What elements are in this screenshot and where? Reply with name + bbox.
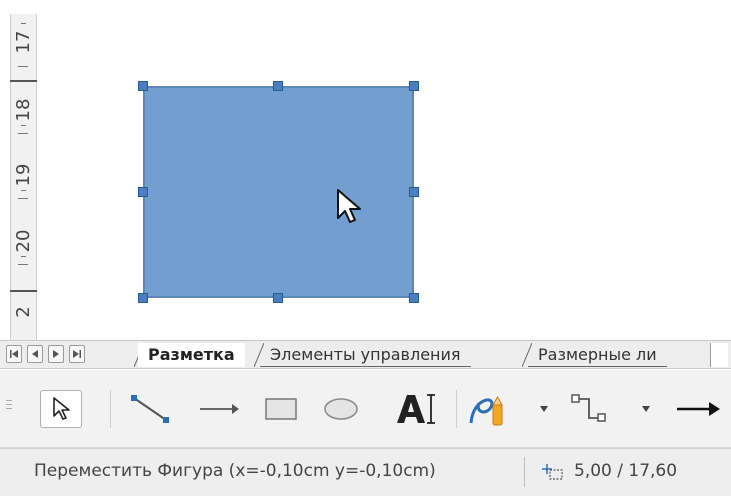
chevron-down-icon	[642, 406, 650, 412]
resize-handle-bottom[interactable]	[273, 293, 283, 303]
last-sheet-icon[interactable]	[69, 345, 85, 363]
mouse-pointer-icon	[337, 189, 361, 223]
ruler-tick	[18, 66, 28, 67]
resize-handle-left[interactable]	[138, 187, 148, 197]
ruler-tick	[21, 256, 26, 257]
chevron-down-icon	[540, 406, 548, 412]
line-ends-arrow-button[interactable]	[672, 390, 724, 428]
resize-handle-top-right[interactable]	[409, 81, 419, 91]
next-sheet-icon[interactable]	[48, 345, 64, 363]
toolbar-separator	[110, 390, 111, 428]
ruler-label: 2	[13, 306, 34, 318]
tab-razmernye-linii[interactable]: Размерные ли	[528, 343, 667, 367]
sheet-tab-bar: Разметка Элементы управления Размерные л…	[0, 340, 731, 369]
toolbar-separator	[456, 390, 457, 428]
status-separator	[524, 457, 525, 487]
ruler-tick	[21, 190, 26, 191]
first-sheet-icon[interactable]	[6, 345, 22, 363]
prev-sheet-icon[interactable]	[27, 345, 43, 363]
rectangle-tool-button[interactable]	[258, 390, 304, 428]
status-position: 5,00 / 17,60	[574, 461, 678, 481]
curve-icon	[469, 395, 503, 426]
resize-handle-right[interactable]	[409, 187, 419, 197]
text-tool-button[interactable]	[390, 390, 442, 428]
ruler-tick	[21, 125, 26, 126]
status-message: Переместить Фигура (x=-0,10cm y=-0,10cm)	[34, 461, 436, 481]
ruler-tick	[18, 198, 28, 199]
ruler-tick	[21, 23, 26, 24]
ellipse-tool-button[interactable]	[318, 390, 364, 428]
ruler-tick	[18, 264, 28, 265]
resize-handle-bottom-left[interactable]	[138, 293, 148, 303]
tab-scroll-area[interactable]	[710, 343, 728, 367]
ruler-margin-marker[interactable]	[10, 290, 37, 292]
arrow-line-tool-button[interactable]	[192, 390, 244, 428]
select-icon	[53, 397, 70, 420]
resize-handle-top-left[interactable]	[138, 81, 148, 91]
curve-tool-button[interactable]	[464, 390, 510, 428]
ruler-label: 20	[13, 229, 34, 253]
rectangle-icon	[265, 398, 297, 420]
drawing-toolbar	[0, 370, 731, 448]
connector-dropdown-button[interactable]	[639, 390, 653, 428]
connector-tool-button[interactable]	[566, 390, 612, 428]
arrow-line-icon	[200, 404, 239, 414]
ruler-label: 19	[13, 163, 34, 187]
vertical-ruler[interactable]: 17 18 19 20 2	[0, 0, 45, 340]
line-ends-arrow-icon	[677, 402, 720, 416]
ruler-label: 17	[13, 30, 34, 54]
ruler-tick	[18, 133, 28, 134]
select-tool-button[interactable]	[40, 390, 82, 428]
resize-handle-bottom-right[interactable]	[409, 293, 419, 303]
curve-dropdown-button[interactable]	[537, 390, 551, 428]
resize-handle-top[interactable]	[273, 81, 283, 91]
selected-rectangle-shape[interactable]	[143, 86, 414, 298]
status-bar: Переместить Фигура (x=-0,10cm y=-0,10cm)…	[0, 448, 731, 496]
connector-icon	[571, 394, 606, 422]
toolbar-grip[interactable]	[6, 400, 12, 414]
ruler-margin-marker[interactable]	[10, 80, 37, 82]
tab-elementy-upravleniya[interactable]: Элементы управления	[260, 343, 471, 367]
ellipse-icon	[324, 398, 358, 420]
text-icon	[397, 394, 435, 424]
line-tool-button[interactable]	[124, 390, 176, 428]
tab-razmetka[interactable]: Разметка	[138, 343, 245, 367]
line-icon	[131, 395, 169, 423]
ruler-label: 18	[13, 98, 34, 122]
position-size-icon	[542, 464, 563, 480]
